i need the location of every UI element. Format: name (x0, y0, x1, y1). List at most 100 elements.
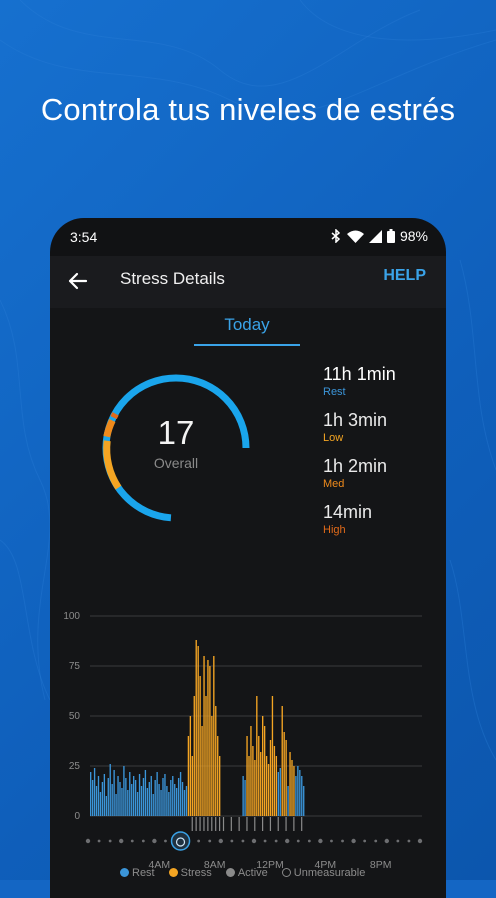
help-button[interactable]: HELP (383, 267, 426, 285)
bar-stress (252, 746, 254, 816)
timeline-dot (218, 838, 223, 844)
timeline-dot (374, 839, 378, 843)
chart-legend: Rest Stress Active Unmeasurable (120, 867, 365, 879)
timeline-dot (251, 838, 257, 844)
timeline-dot (330, 839, 333, 843)
bar-stress (209, 666, 211, 816)
activity-tick (211, 817, 213, 831)
legend-rest-label: Rest (132, 867, 155, 879)
bar-stress (189, 716, 192, 816)
timeline-dot (274, 839, 278, 843)
app-bar: Stress Details HELP (50, 256, 446, 308)
bar-rest (299, 770, 301, 816)
headline: Controla tus niveles de estrés (40, 92, 456, 127)
bar-rest (176, 788, 178, 816)
activity-tick (207, 817, 209, 831)
tab-today[interactable]: Today (194, 308, 300, 346)
activity-tick (203, 817, 205, 831)
bar-stress (285, 740, 287, 816)
bar-rest (297, 766, 299, 816)
timeline-dot (407, 839, 411, 843)
cell-signal-icon (368, 229, 382, 243)
bar-rest (113, 770, 115, 816)
bar-rest (142, 778, 145, 816)
bar-rest (121, 788, 123, 816)
activity-tick (238, 817, 240, 831)
bar-rest (170, 780, 172, 816)
bluetooth-icon (331, 229, 341, 243)
bar-stress (258, 736, 260, 816)
bar-rest (156, 772, 158, 816)
battery-percent: 98% (399, 228, 428, 244)
bar-rest (160, 790, 162, 816)
bar-rest (105, 796, 107, 816)
activity-tick (277, 817, 279, 831)
activity-tick (199, 817, 201, 831)
stat-rest-value: 11h 1min (323, 364, 396, 384)
stress-breakdown: 11h 1min Rest 1h 3min Low 1h 2min Med 14… (323, 363, 396, 547)
stat-high: 14min High (323, 501, 396, 537)
timeline-dot (241, 839, 245, 843)
bar-rest (162, 778, 164, 816)
activity-tick (285, 817, 287, 831)
bar-rest (181, 782, 184, 816)
bar-stress (254, 760, 256, 816)
bar-stress (271, 696, 274, 816)
bar-stress (191, 756, 193, 816)
stress-chart[interactable]: 10075502504AM 8AM 12PM 4PM 8PM (50, 588, 446, 888)
activity-tick (262, 817, 264, 831)
bar-rest (287, 786, 289, 816)
bar-stress (263, 726, 266, 816)
back-arrow-icon[interactable] (64, 267, 92, 295)
activity-tick (195, 817, 197, 831)
timeline-dot (417, 838, 423, 844)
bar-rest (154, 780, 156, 816)
bar-rest (146, 788, 149, 816)
timeline-dot (108, 839, 112, 843)
timeline-dot (363, 839, 367, 843)
bar-rest (242, 776, 244, 816)
legend-rest: Rest (120, 867, 155, 879)
timeline-dot (119, 838, 124, 844)
bar-stress (283, 732, 285, 816)
bar-rest (91, 780, 94, 816)
bar-stress (248, 756, 250, 816)
timeline-dot (85, 838, 91, 844)
bar-rest (111, 784, 113, 816)
y-tick-label: 100 (63, 611, 80, 622)
bar-rest (166, 786, 168, 816)
status-time: 3:54 (70, 229, 98, 245)
bar-stress (193, 696, 195, 816)
bar-rest (183, 790, 186, 816)
x-tick-label: 8PM (370, 859, 392, 871)
bar-rest (125, 778, 127, 816)
timeline-dot (130, 839, 134, 843)
overall-label: Overall (153, 455, 199, 471)
bar-rest (109, 764, 111, 816)
bar-rest (107, 778, 109, 816)
timeline-dot (307, 839, 311, 843)
legend-stress: Stress (168, 867, 212, 879)
bar-stress (256, 696, 258, 816)
stat-low-value: 1h 3min (323, 410, 388, 430)
bar-rest (93, 768, 96, 816)
timeline-dot (296, 839, 300, 843)
bar-rest (133, 776, 135, 816)
bar-rest (115, 794, 117, 816)
bar-stress (289, 752, 291, 816)
bar-rest (127, 790, 129, 816)
timeline-dot (230, 839, 234, 843)
bar-stress (262, 716, 264, 816)
stat-med: 1h 2min Med (323, 455, 396, 491)
bar-rest (144, 770, 147, 816)
bar-rest (136, 792, 139, 816)
bar-stress (197, 646, 199, 816)
bar-stress (217, 736, 219, 816)
timeline-dot (263, 839, 267, 843)
timeline-dot (318, 838, 323, 844)
status-icons: 98% (330, 228, 428, 244)
bar-rest (99, 792, 102, 816)
activity-tick (246, 817, 248, 831)
bar-rest (158, 784, 160, 816)
bar-rest (140, 786, 143, 816)
